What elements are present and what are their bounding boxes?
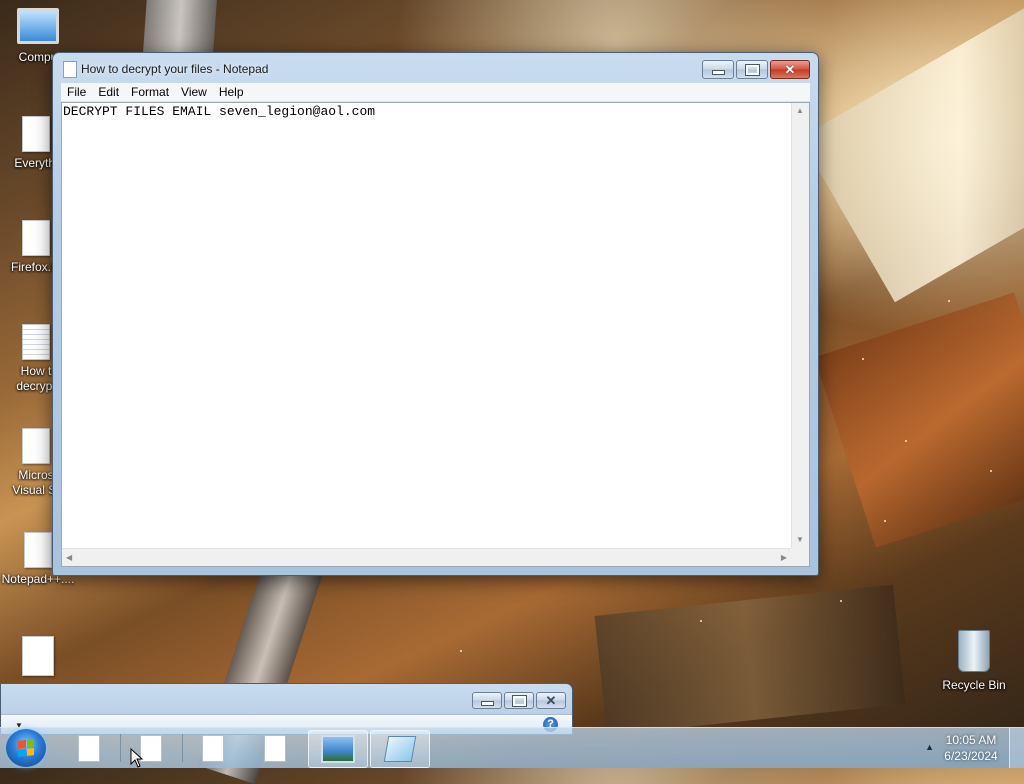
- horizontal-scrollbar[interactable]: ◀ ▶: [62, 548, 791, 566]
- text-editor[interactable]: DECRYPT FILES EMAIL seven_legion@aol.com…: [61, 102, 810, 567]
- title-bar[interactable]: How to decrypt your files - Notepad ✕: [53, 53, 818, 83]
- scrollbar-corner: [791, 548, 809, 566]
- window-title: How to decrypt your files - Notepad: [81, 62, 269, 76]
- notepad-icon: [63, 61, 77, 78]
- close-button[interactable]: ✕: [770, 60, 810, 79]
- close-icon: ✕: [784, 61, 796, 77]
- wallpaper-star: [884, 520, 886, 522]
- wallpaper-star: [990, 470, 992, 472]
- wallpaper-star: [862, 358, 864, 360]
- mouse-cursor-icon: [130, 748, 144, 768]
- caption-buttons: ✕: [702, 60, 810, 79]
- computer-icon: [17, 8, 59, 44]
- notepad-window[interactable]: How to decrypt your files - Notepad ✕ Fi…: [52, 52, 819, 576]
- file-icon: [78, 734, 100, 762]
- menu-view[interactable]: View: [175, 83, 213, 101]
- scroll-up-icon[interactable]: ▲: [796, 106, 804, 116]
- clock-time: 10:05 AM: [945, 733, 997, 747]
- menu-edit[interactable]: Edit: [92, 83, 125, 101]
- scroll-down-icon[interactable]: ▼: [796, 535, 804, 545]
- wallpaper-star: [840, 600, 842, 602]
- taskbar-item-file[interactable]: [60, 730, 118, 766]
- taskbar: ▲ 10:05 AM 6/23/2024: [0, 727, 1024, 768]
- start-button[interactable]: [6, 729, 46, 767]
- desktop-icon-label: Recycle Bin: [942, 678, 1006, 692]
- maximize-button[interactable]: [736, 60, 768, 79]
- maximize-icon: [511, 694, 527, 707]
- editor-content[interactable]: DECRYPT FILES EMAIL seven_legion@aol.com: [62, 103, 791, 548]
- taskbar-item-file[interactable]: [246, 730, 304, 766]
- minimize-button[interactable]: [702, 60, 734, 79]
- notepad-icon: [383, 736, 417, 762]
- menu-help[interactable]: Help: [213, 83, 250, 101]
- file-icon: [202, 734, 224, 762]
- wallpaper-star: [460, 650, 462, 652]
- desktop-icon-recycle-bin[interactable]: Recycle Bin: [936, 630, 1012, 693]
- minimize-button[interactable]: [472, 692, 502, 709]
- clock-date: 6/23/2024: [944, 749, 998, 763]
- recycle-bin-icon: [958, 630, 990, 672]
- wallpaper-band: [594, 584, 906, 736]
- show-desktop-button[interactable]: [1009, 728, 1024, 768]
- minimize-icon: [480, 701, 494, 706]
- taskbar-item-file[interactable]: [184, 730, 242, 766]
- file-icon: [22, 428, 50, 464]
- file-icon: [264, 734, 286, 762]
- picture-icon: [321, 735, 355, 763]
- maximize-button[interactable]: [504, 692, 534, 709]
- close-icon: ✕: [545, 692, 557, 708]
- wallpaper-band: [814, 292, 1024, 548]
- windows-logo-icon: [18, 739, 34, 757]
- file-icon: [24, 532, 52, 568]
- scroll-right-icon[interactable]: ▶: [781, 553, 787, 563]
- wallpaper-band: [799, 7, 1024, 303]
- taskbar-separator: [182, 734, 183, 762]
- file-icon: [22, 636, 54, 676]
- text-file-icon: [22, 324, 50, 360]
- menu-bar: File Edit Format View Help: [61, 83, 810, 102]
- menu-file[interactable]: File: [61, 83, 92, 101]
- vertical-scrollbar[interactable]: ▲ ▼: [791, 103, 809, 548]
- minimize-icon: [711, 70, 725, 75]
- tray-expand-icon[interactable]: ▲: [925, 742, 934, 752]
- wallpaper-star: [905, 440, 907, 442]
- file-icon: [22, 116, 50, 152]
- desktop-icon-file[interactable]: [0, 636, 76, 680]
- menu-format[interactable]: Format: [125, 83, 175, 101]
- maximize-icon: [744, 63, 760, 76]
- wallpaper-star: [948, 300, 950, 302]
- taskbar-separator: [120, 734, 121, 762]
- system-clock[interactable]: 10:05 AM 6/23/2024: [940, 732, 1002, 764]
- taskbar-item-notepad[interactable]: [370, 730, 430, 768]
- file-icon: [22, 220, 50, 256]
- close-button[interactable]: ✕: [536, 692, 566, 709]
- caption-buttons: ✕: [472, 692, 566, 709]
- wallpaper-star: [700, 620, 702, 622]
- scroll-left-icon[interactable]: ◀: [66, 553, 72, 563]
- taskbar-item-control-panel[interactable]: [308, 730, 368, 768]
